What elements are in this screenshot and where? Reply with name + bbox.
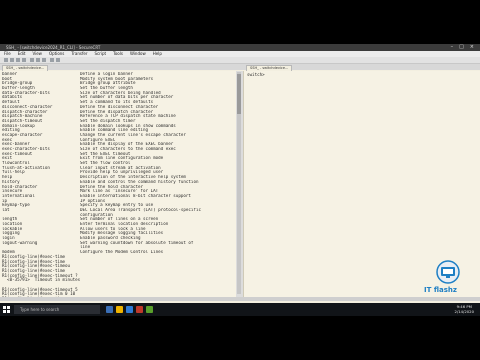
- session-tabs: SSH_ - switchdevice... SSH_ - switchdevi…: [0, 64, 480, 71]
- reconnect-icon[interactable]: [16, 58, 20, 62]
- paste-icon[interactable]: [36, 58, 40, 62]
- desktop-screen: SSH_ - [switchdevice2024_R1_CLI] - Secur…: [0, 44, 480, 316]
- taskbar: Type here to search 9:46 PM 2/14/2020: [0, 303, 480, 316]
- window-titlebar[interactable]: SSH_ - [switchdevice2024_R1_CLI] - Secur…: [0, 44, 480, 51]
- file-explorer-icon[interactable]: [116, 306, 123, 313]
- maximize-icon[interactable]: □: [459, 44, 464, 51]
- window-controls: – □ ×: [451, 44, 478, 51]
- app-icon[interactable]: [136, 306, 143, 313]
- left-terminal-pane[interactable]: banner Define a login banner boot Modify sy…: [0, 71, 236, 297]
- clock-date: 2/14/2020: [454, 309, 474, 314]
- system-clock[interactable]: 9:46 PM 2/14/2020: [455, 304, 474, 314]
- watermark-text: IT flashz: [424, 286, 457, 294]
- status-bar: [0, 297, 480, 301]
- connect-icon[interactable]: [4, 58, 8, 62]
- copy-icon[interactable]: [30, 58, 34, 62]
- window-title: SSH_ - [switchdevice2024_R1_CLI] - Secur…: [6, 45, 101, 50]
- disconnect-icon[interactable]: [22, 58, 26, 62]
- right-terminal-output: switch>: [247, 72, 265, 77]
- video-letterbox-bottom: [0, 316, 480, 360]
- browser-icon[interactable]: [126, 306, 133, 313]
- video-letterbox-top: [0, 0, 480, 44]
- toolbar: [0, 57, 480, 64]
- securecrt-icon[interactable]: [146, 306, 153, 313]
- quick-connect-icon[interactable]: [10, 58, 14, 62]
- minimize-icon[interactable]: –: [451, 44, 454, 51]
- close-icon[interactable]: ×: [470, 44, 474, 51]
- help-description: Configure the Modem Control Lines: [80, 250, 164, 255]
- task-view-icon[interactable]: [106, 306, 113, 313]
- left-terminal-output: banner Define a login banner boot Modify sy…: [2, 72, 230, 297]
- settings-icon[interactable]: [56, 58, 60, 62]
- taskbar-search-input[interactable]: Type here to search: [14, 305, 100, 314]
- left-scrollbar-thumb[interactable]: [237, 74, 241, 114]
- print-icon[interactable]: [50, 58, 54, 62]
- windows-start-icon[interactable]: [3, 306, 10, 313]
- find-icon[interactable]: [42, 58, 46, 62]
